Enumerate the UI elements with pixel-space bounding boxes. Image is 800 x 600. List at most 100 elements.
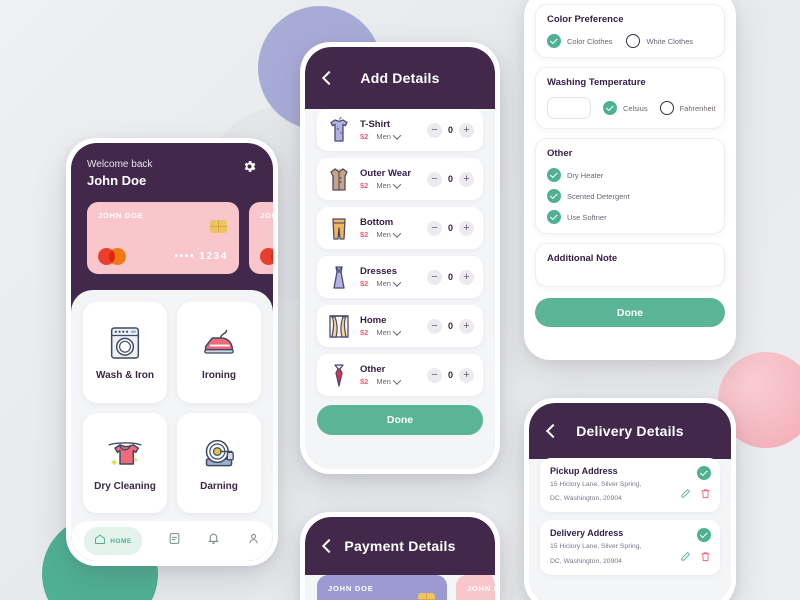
item-name: Other: [360, 364, 386, 375]
addresses-list: Pickup Address 15 Hiclory Lane, Silver S…: [529, 449, 731, 600]
item-info: Dresses $2 Men: [360, 266, 419, 288]
item-name: Dresses: [360, 266, 397, 277]
address-title: Delivery Address: [550, 528, 624, 539]
curtains-icon: [326, 311, 352, 341]
item-name: T-Shirt: [360, 119, 391, 130]
item-gender-select[interactable]: Men: [376, 277, 402, 288]
increment-button[interactable]: +: [459, 269, 474, 285]
item-gender-label: Men: [376, 279, 391, 288]
increment-button[interactable]: +: [459, 220, 474, 236]
increment-button[interactable]: +: [459, 171, 474, 187]
back-arrow-icon[interactable]: [543, 423, 559, 439]
other-options-list: Dry Heater Scented Detergent Use Softner: [547, 168, 713, 224]
back-arrow-icon[interactable]: [319, 70, 335, 86]
radio-checked-icon: [603, 101, 617, 115]
additional-note-card[interactable]: Additional Note: [535, 243, 725, 287]
service-darning[interactable]: Darning: [177, 412, 261, 513]
trash-icon[interactable]: [700, 549, 711, 567]
credit-card[interactable]: JOHN DOE: [249, 202, 273, 274]
list-item[interactable]: Bottom $2 Men − 0 +: [317, 207, 483, 249]
credit-cards-carousel[interactable]: JOHN DOE •••• 1234 JOHN DOE: [71, 188, 273, 290]
person-icon: [247, 532, 260, 550]
pencil-icon[interactable]: [680, 486, 691, 504]
bottom-navigation: HOME: [71, 521, 273, 561]
item-gender-select[interactable]: Men: [376, 130, 402, 141]
list-item[interactable]: Dresses $2 Men − 0 +: [317, 256, 483, 298]
list-item[interactable]: T-Shirt $2 Men − 0 +: [317, 109, 483, 151]
item-gender-label: Men: [376, 181, 391, 190]
service-dry-cleaning[interactable]: Dry Cleaning: [83, 412, 167, 513]
item-gender-select[interactable]: Men: [376, 228, 402, 239]
item-gender-select[interactable]: Men: [376, 179, 402, 190]
chevron-down-icon: [392, 277, 402, 287]
mastercard-icon: [98, 248, 128, 265]
option-scented-detergent[interactable]: Scented Detergent: [547, 189, 713, 203]
nav-item-home[interactable]: HOME: [84, 527, 142, 555]
home-content-sheet: Wash & Iron Ironing Dry Cleaning Darning…: [71, 290, 273, 561]
option-label: Celsius: [623, 103, 648, 113]
item-price: $2: [360, 279, 369, 288]
pickup-address-card[interactable]: Pickup Address 15 Hiclory Lane, Silver S…: [540, 458, 720, 513]
done-button[interactable]: Done: [535, 298, 725, 327]
decrement-button[interactable]: −: [427, 318, 442, 334]
item-gender-select[interactable]: Men: [376, 326, 402, 337]
increment-button[interactable]: +: [459, 318, 474, 334]
service-ironing[interactable]: Ironing: [177, 302, 261, 403]
temperature-input[interactable]: [547, 97, 591, 119]
pencil-icon[interactable]: [680, 549, 691, 567]
back-arrow-icon[interactable]: [319, 538, 335, 554]
sewing-machine-icon: [199, 434, 239, 474]
option-color-clothes[interactable]: Color Clothes: [547, 34, 612, 48]
section-title: Additional Note: [547, 253, 618, 264]
option-use-softner[interactable]: Use Softner: [547, 210, 713, 224]
home-icon: [94, 532, 106, 550]
done-button[interactable]: Done: [317, 405, 483, 435]
address-actions: [680, 486, 711, 504]
decrement-button[interactable]: −: [427, 269, 442, 285]
option-label: White Clothes: [646, 36, 694, 46]
item-gender-label: Men: [376, 328, 391, 337]
option-dry-heater[interactable]: Dry Heater: [547, 168, 713, 182]
increment-button[interactable]: +: [459, 122, 474, 138]
nav-item-notifications[interactable]: [207, 532, 220, 550]
washing-machine-icon: [105, 323, 145, 363]
services-grid: Wash & Iron Ironing Dry Cleaning Darning: [83, 302, 261, 513]
item-info: Bottom $2 Men: [360, 217, 419, 239]
decrement-button[interactable]: −: [427, 171, 442, 187]
item-name: Bottom: [360, 217, 394, 228]
item-gender-select[interactable]: Men: [376, 375, 402, 386]
card-number: •••• 1234: [174, 251, 228, 262]
quantity-stepper: − 0 +: [427, 171, 474, 187]
card-footer: •••• 1234: [98, 248, 228, 265]
quantity-stepper: − 0 +: [427, 367, 474, 383]
item-sub: $2 Men: [360, 228, 419, 239]
item-price: $2: [360, 328, 369, 337]
welcome-text: Welcome back: [87, 159, 153, 170]
list-item[interactable]: Other $2 Men − 0 +: [317, 354, 483, 396]
preferences-panel: Color Preference Color Clothes White Clo…: [524, 0, 736, 360]
decrement-button[interactable]: −: [427, 220, 442, 236]
address-actions: [680, 549, 711, 567]
option-white-clothes[interactable]: White Clothes: [626, 34, 693, 48]
chevron-down-icon: [392, 375, 402, 385]
nav-item-orders[interactable]: [168, 532, 181, 550]
payment-card[interactable]: JOHN DOE: [317, 575, 447, 600]
mastercard-icon: [260, 248, 273, 265]
service-wash-and-iron[interactable]: Wash & Iron: [83, 302, 167, 403]
item-sub: $2 Men: [360, 375, 419, 386]
items-list: T-Shirt $2 Men − 0 + Outer Wear $2 Men −…: [305, 99, 495, 469]
credit-card[interactable]: JOHN DOE •••• 1234: [87, 202, 239, 274]
increment-button[interactable]: +: [459, 367, 474, 383]
trash-icon[interactable]: [700, 486, 711, 504]
decrement-button[interactable]: −: [427, 367, 442, 383]
delivery-address-card[interactable]: Delivery Address 15 Hiclory Lane, Silver…: [540, 520, 720, 575]
other-options-card: Other Dry Heater Scented Detergent Use S…: [535, 138, 725, 234]
payment-card[interactable]: JOHN DOE: [456, 575, 495, 600]
list-item[interactable]: Outer Wear $2 Men − 0 +: [317, 158, 483, 200]
gear-icon[interactable]: [242, 159, 257, 174]
nav-item-profile[interactable]: [247, 532, 260, 550]
option-celsius[interactable]: Celsius: [603, 101, 648, 115]
decrement-button[interactable]: −: [427, 122, 442, 138]
list-item[interactable]: Home $2 Men − 0 +: [317, 305, 483, 347]
option-fahrenheit[interactable]: Fahrenheit: [659, 101, 715, 115]
